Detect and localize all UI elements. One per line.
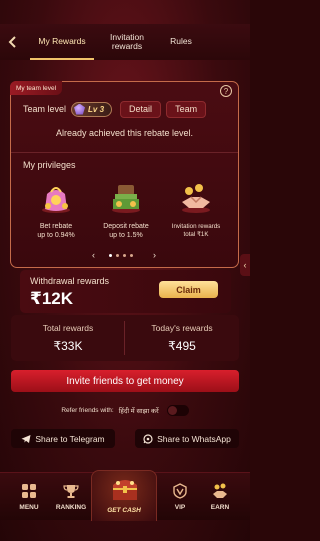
total-rewards-label: Total rewards xyxy=(42,323,94,333)
carousel-prev-icon[interactable]: ‹ xyxy=(92,250,95,260)
team-level-row: Team level Lv 3 Detail Team xyxy=(23,100,230,118)
privilege-line1: Invitation rewards xyxy=(171,223,221,230)
refer-language-row: Refer friends with: हिंदी में साझा करें xyxy=(0,402,250,418)
team-level-tag: My team level xyxy=(10,81,63,95)
whatsapp-icon xyxy=(143,433,153,444)
nav-vip-label: VIP xyxy=(174,504,186,511)
tab-rules[interactable]: Rules xyxy=(156,24,206,60)
share-whatsapp-button[interactable]: Share to WhatsApp xyxy=(135,429,239,448)
today-rewards-label: Today's rewards xyxy=(151,323,213,333)
hindi-share-toggle[interactable] xyxy=(166,404,189,416)
nav-get-cash[interactable]: GET CASH xyxy=(91,470,157,521)
privilege-line2: up to 0.94% xyxy=(37,231,75,239)
today-rewards: Today's rewards ₹495 xyxy=(125,315,239,361)
carousel-dot[interactable] xyxy=(123,254,126,257)
top-tab-bar: My Rewards Invitation rewards Rules xyxy=(0,24,250,60)
level-text: Lv 3 xyxy=(88,104,105,114)
share-whatsapp-label: Share to WhatsApp xyxy=(157,433,231,444)
withdrawal-amount: ₹12K xyxy=(30,289,74,308)
privilege-invitation-rewards: Invitation rewards total ₹1K xyxy=(163,182,229,239)
nav-ranking[interactable]: RANKING xyxy=(51,483,91,511)
today-rewards-value: ₹495 xyxy=(168,339,196,353)
claim-button[interactable]: Claim xyxy=(159,281,218,298)
carousel-dots xyxy=(109,254,133,257)
nav-earn[interactable]: EARN xyxy=(200,483,240,511)
nav-vip[interactable]: VIP xyxy=(160,483,200,511)
privilege-line2: total ₹1K xyxy=(183,230,209,238)
nav-get-cash-label: GET CASH xyxy=(107,507,141,514)
total-rewards: Total rewards ₹33K xyxy=(11,315,125,361)
back-arrow-icon[interactable] xyxy=(0,24,26,60)
privilege-bet-rebate: Bet rebate up to 0.94% xyxy=(23,182,89,241)
nav-ranking-label: RANKING xyxy=(55,504,87,511)
carousel-dot[interactable] xyxy=(130,254,133,257)
detail-button[interactable]: Detail xyxy=(120,100,162,118)
treasure-chest-icon xyxy=(113,480,137,500)
bottom-nav: MENU RANKING GET CASH VIP EARN xyxy=(0,470,250,521)
gem-icon xyxy=(74,103,86,115)
tab-my-rewards[interactable]: My Rewards xyxy=(26,24,98,60)
handshake-icon xyxy=(182,184,210,213)
nav-earn-label: EARN xyxy=(210,504,230,511)
withdrawal-rewards-card: Withdrawal rewards ₹12K Claim xyxy=(20,270,231,313)
carousel-dot[interactable] xyxy=(109,254,112,257)
level-status-text: Already achieved this rebate level. xyxy=(55,128,194,138)
handshake-coins-icon xyxy=(213,483,227,498)
share-telegram-button[interactable]: Share to Telegram xyxy=(11,429,115,448)
trophy-icon xyxy=(63,485,79,498)
rewards-summary: Total rewards ₹33K Today's rewards ₹495 xyxy=(11,315,239,361)
invite-friends-button[interactable]: Invite friends to get money xyxy=(11,370,239,392)
vip-shield-icon xyxy=(173,483,187,499)
nav-menu-label: MENU xyxy=(19,504,39,511)
privileges-title: My privileges xyxy=(23,160,76,170)
withdrawal-label: Withdrawal rewards xyxy=(30,276,110,286)
carousel-next-icon[interactable]: › xyxy=(153,250,156,260)
carousel-dot[interactable] xyxy=(116,254,119,257)
level-badge: Lv 3 xyxy=(71,101,113,117)
team-button[interactable]: Team xyxy=(166,100,207,118)
privilege-line1: Bet rebate xyxy=(39,223,73,230)
money-chest-icon xyxy=(112,185,140,213)
hindi-share-label: हिंदी में साझा करें xyxy=(118,407,159,415)
telegram-icon xyxy=(21,434,31,443)
privilege-line1: Deposit rebate xyxy=(103,223,149,230)
team-level-label: Team level xyxy=(23,104,67,114)
privilege-line2: up to 1.5% xyxy=(109,231,143,239)
team-level-card: My team level ? Team level Lv 3 Detail T… xyxy=(10,81,239,268)
rewards-screen: My Rewards Invitation rewards Rules My t… xyxy=(0,0,250,541)
toggle-knob xyxy=(167,405,177,415)
gift-bag-icon xyxy=(42,187,70,213)
refer-label: Refer friends with: xyxy=(61,406,114,414)
share-telegram-label: Share to Telegram xyxy=(35,433,105,444)
menu-grid-icon xyxy=(22,484,36,498)
nav-menu[interactable]: MENU xyxy=(9,483,49,511)
total-rewards-value: ₹33K xyxy=(53,339,83,353)
help-icon[interactable]: ? xyxy=(220,85,232,97)
privilege-deposit-rebate: Deposit rebate up to 1.5% xyxy=(93,182,159,241)
tab-invitation-rewards[interactable]: Invitation rewards xyxy=(98,24,156,60)
divider xyxy=(11,152,238,153)
side-drawer-handle-icon[interactable]: ‹ xyxy=(240,254,250,276)
